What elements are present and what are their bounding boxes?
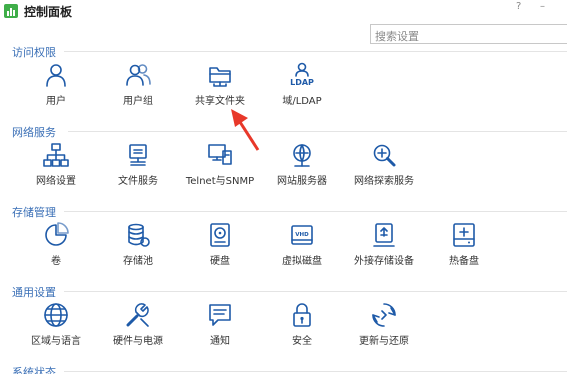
panel-item-notification[interactable]: 通知 bbox=[178, 302, 262, 350]
search-input[interactable] bbox=[371, 27, 567, 46]
hard-disk-icon bbox=[207, 222, 233, 248]
network-discovery-icon bbox=[371, 142, 397, 168]
icon-text: VHD bbox=[295, 232, 309, 238]
panel-item-user-group[interactable]: 用户组 bbox=[96, 62, 180, 110]
section-divider bbox=[68, 131, 567, 132]
title-bar: 控制面板 ? – bbox=[0, 0, 567, 22]
panel-item-network[interactable]: 网络设置 bbox=[14, 142, 98, 190]
section-divider bbox=[64, 371, 567, 372]
panel-item-user[interactable]: 用户 bbox=[14, 62, 98, 110]
panel-item-label: 域/LDAP bbox=[282, 96, 322, 107]
section-title: 系统状态 bbox=[12, 366, 56, 374]
panel-item-label: 硬盘 bbox=[210, 256, 230, 267]
section-title: 访问权限 bbox=[12, 46, 56, 59]
hardware-power-icon bbox=[125, 302, 151, 328]
panel-item-security-lock[interactable]: 安全 bbox=[260, 302, 344, 350]
icon-text: LDAP bbox=[290, 78, 314, 87]
panel-item-label: 外接存储设备 bbox=[354, 256, 414, 267]
network-icon bbox=[43, 142, 69, 168]
panel-item-telnet-snmp[interactable]: Telnet与SNMP bbox=[178, 142, 262, 190]
panel-item-label: Telnet与SNMP bbox=[185, 176, 255, 187]
panel-item-label: 共享文件夹 bbox=[195, 96, 245, 107]
panel-item-label: 区域与语言 bbox=[31, 336, 81, 347]
section-divider bbox=[64, 291, 567, 292]
panel-item-label: 网站服务器 bbox=[277, 176, 327, 187]
update-restore-icon bbox=[371, 302, 397, 328]
section-title: 网络服务 bbox=[12, 126, 56, 139]
panel-item-shared-folder[interactable]: 共享文件夹 bbox=[178, 62, 262, 110]
user-icon bbox=[43, 62, 69, 88]
panel-item-label: 用户 bbox=[46, 96, 66, 107]
window-title: 控制面板 bbox=[24, 5, 73, 19]
panel-item-label: 存储池 bbox=[123, 256, 153, 267]
section-divider bbox=[64, 51, 567, 52]
panel-item-label: 热备盘 bbox=[449, 256, 479, 267]
external-storage-icon bbox=[371, 222, 397, 248]
panel-item-external-storage[interactable]: 外接存储设备 bbox=[342, 222, 426, 270]
panel-item-storage-pool[interactable]: 存储池 bbox=[96, 222, 180, 270]
section-title: 存储管理 bbox=[12, 206, 56, 219]
virtual-disk-icon: VHD bbox=[289, 222, 315, 248]
panel-item-label: 通知 bbox=[210, 336, 230, 347]
section-title: 通用设置 bbox=[12, 286, 56, 299]
panel-item-volume[interactable]: 卷 bbox=[14, 222, 98, 270]
panel-item-hardware-power[interactable]: 硬件与电源 bbox=[96, 302, 180, 350]
panel-item-file-service[interactable]: 文件服务 bbox=[96, 142, 180, 190]
panel-item-hot-spare[interactable]: 热备盘 bbox=[422, 222, 506, 270]
panel-item-network-discovery[interactable]: 网络探索服务 bbox=[342, 142, 426, 190]
control-panel-app-icon bbox=[4, 4, 18, 18]
panel-item-label: 文件服务 bbox=[118, 176, 158, 187]
panel-item-virtual-disk[interactable]: VHD 虚拟磁盘 bbox=[260, 222, 344, 270]
volume-icon bbox=[43, 222, 69, 248]
panel-item-label: 卷 bbox=[51, 256, 61, 267]
section-divider bbox=[64, 211, 567, 212]
panel-item-label: 用户组 bbox=[123, 96, 153, 107]
globe-icon bbox=[43, 302, 69, 328]
panel-item-hard-disk[interactable]: 硬盘 bbox=[178, 222, 262, 270]
panel-item-ldap[interactable]: LDAP 域/LDAP bbox=[260, 62, 344, 110]
panel-item-label: 安全 bbox=[292, 336, 312, 347]
security-lock-icon bbox=[289, 302, 315, 328]
hot-spare-icon bbox=[451, 222, 477, 248]
telnet-snmp-icon bbox=[207, 142, 233, 168]
file-service-icon bbox=[125, 142, 151, 168]
user-group-icon bbox=[125, 62, 151, 88]
minimize-button[interactable]: – bbox=[540, 1, 545, 12]
panel-item-label: 网络设置 bbox=[36, 176, 76, 187]
help-button[interactable]: ? bbox=[516, 1, 521, 12]
notification-icon bbox=[207, 302, 233, 328]
storage-pool-icon bbox=[125, 222, 151, 248]
panel-item-update-restore[interactable]: 更新与还原 bbox=[342, 302, 426, 350]
panel-item-label: 虚拟磁盘 bbox=[282, 256, 322, 267]
panel-item-label: 网络探索服务 bbox=[354, 176, 414, 187]
panel-item-label: 硬件与电源 bbox=[113, 336, 163, 347]
web-server-icon bbox=[289, 142, 315, 168]
ldap-icon: LDAP bbox=[289, 62, 315, 88]
panel-item-label: 更新与还原 bbox=[359, 336, 409, 347]
shared-folder-icon bbox=[207, 62, 233, 88]
panel-item-globe[interactable]: 区域与语言 bbox=[14, 302, 98, 350]
panel-item-web-server[interactable]: 网站服务器 bbox=[260, 142, 344, 190]
search-box[interactable] bbox=[370, 24, 567, 46]
